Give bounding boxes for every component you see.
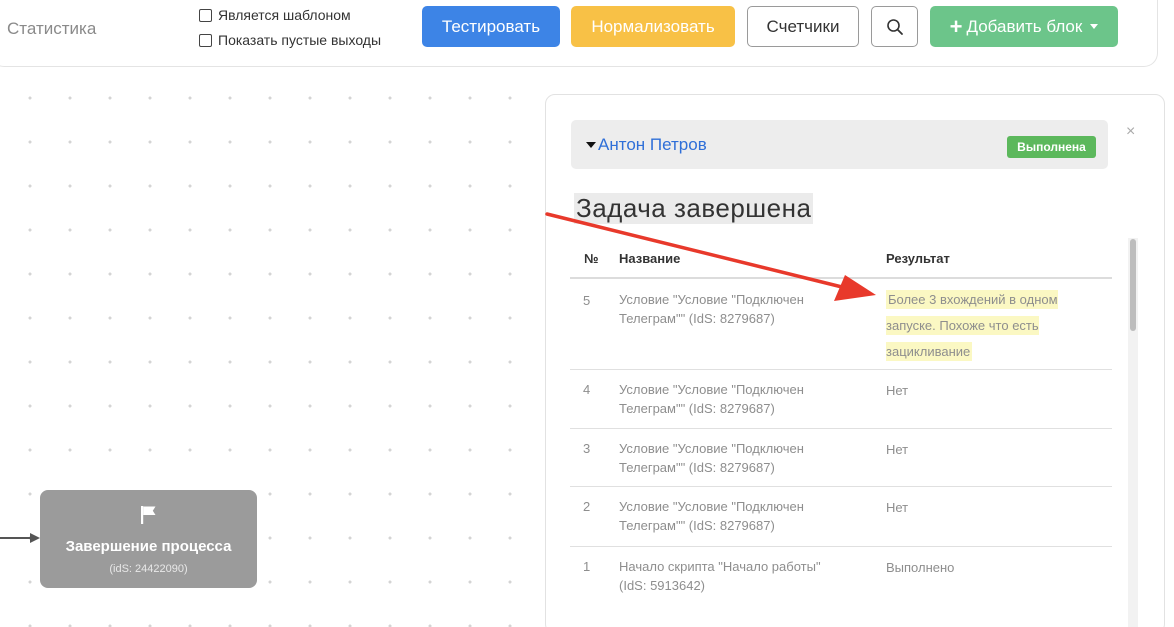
is-template-checkbox[interactable]: Является шаблоном (199, 7, 351, 23)
connector-line (0, 537, 34, 539)
row-number: 4 (583, 382, 591, 397)
row-name: Условие "Условие "Подключен Телеграм"" (… (619, 499, 804, 533)
test-button[interactable]: Тестировать (422, 6, 560, 47)
normalize-button[interactable]: Нормализовать (571, 6, 735, 47)
row-name: Условие "Условие "Подключен Телеграм"" (… (619, 382, 804, 416)
is-template-label: Является шаблоном (218, 7, 351, 23)
counters-button-label: Счетчики (766, 16, 840, 36)
row-result: Нет (886, 383, 909, 398)
row-result: Более 3 вхождений в одном запуске. Похож… (886, 287, 1086, 365)
test-button-label: Тестировать (441, 16, 541, 36)
row-result: Нет (886, 442, 909, 457)
row-name: Условие "Условие "Подключен Телеграм"" (… (619, 441, 804, 475)
column-header-number: № (584, 251, 599, 266)
table-row: 3 Условие "Условие "Подключен Телеграм""… (570, 429, 1112, 487)
add-block-label: Добавить блок (966, 16, 1083, 36)
node-title: Завершение процесса (65, 538, 232, 555)
caret-down-icon (586, 142, 596, 148)
close-icon[interactable]: × (1126, 123, 1135, 141)
search-button[interactable] (871, 6, 918, 47)
table-row: 2 Условие "Условие "Подключен Телеграм""… (570, 487, 1112, 547)
highlighted-result: Более 3 вхождений в одном запуске. Похож… (886, 290, 1058, 361)
row-result: Выполнено (886, 560, 955, 575)
user-name-link[interactable]: Антон Петров (598, 135, 707, 155)
search-icon (886, 18, 903, 35)
row-number: 2 (583, 499, 591, 514)
top-toolbar: Статистика Является шаблоном Показать пу… (0, 0, 1158, 67)
node-id: (idS: 24422090) (109, 563, 188, 575)
checkbox-box[interactable] (199, 8, 212, 22)
column-header-name: Название (619, 251, 681, 266)
process-end-node[interactable]: Завершение процесса (idS: 24422090) (40, 490, 257, 588)
row-name: Начало скрипта "Начало работы" (IdS: 591… (619, 559, 821, 593)
counters-button[interactable]: Счетчики (747, 6, 859, 47)
show-empty-outputs-label: Показать пустые выходы (218, 32, 382, 48)
normalize-button-label: Нормализовать (591, 16, 715, 36)
statistics-link[interactable]: Статистика (7, 19, 96, 39)
plus-icon: + (949, 13, 963, 39)
task-title: Задача завершена (574, 193, 814, 224)
column-header-result: Результат (886, 251, 950, 266)
table-row: 4 Условие "Условие "Подключен Телеграм""… (570, 370, 1112, 429)
caret-down-icon (1090, 24, 1099, 29)
checkbox-box[interactable] (199, 33, 212, 47)
status-badge: Выполнена (1007, 136, 1096, 158)
table-row: 5 Условие "Условие "Подключен Телеграм""… (570, 279, 1112, 370)
task-details-panel: × Антон Петров Выполнена Задача завершен… (545, 94, 1165, 627)
flag-icon (141, 506, 156, 524)
scrollbar-thumb[interactable] (1130, 239, 1136, 331)
row-result: Нет (886, 500, 909, 515)
connector-arrowhead (30, 533, 40, 543)
row-number: 1 (583, 559, 591, 574)
row-number: 5 (583, 293, 591, 308)
show-empty-outputs-checkbox[interactable]: Показать пустые выходы (199, 32, 381, 48)
row-name: Условие "Условие "Подключен Телеграм"" (… (619, 292, 804, 326)
user-accordion-header[interactable]: Антон Петров Выполнена (571, 120, 1108, 169)
table-row: 1 Начало скрипта "Начало работы" (IdS: 5… (570, 547, 1112, 607)
row-number: 3 (583, 441, 591, 456)
add-block-button[interactable]: + Добавить блок (930, 6, 1118, 47)
